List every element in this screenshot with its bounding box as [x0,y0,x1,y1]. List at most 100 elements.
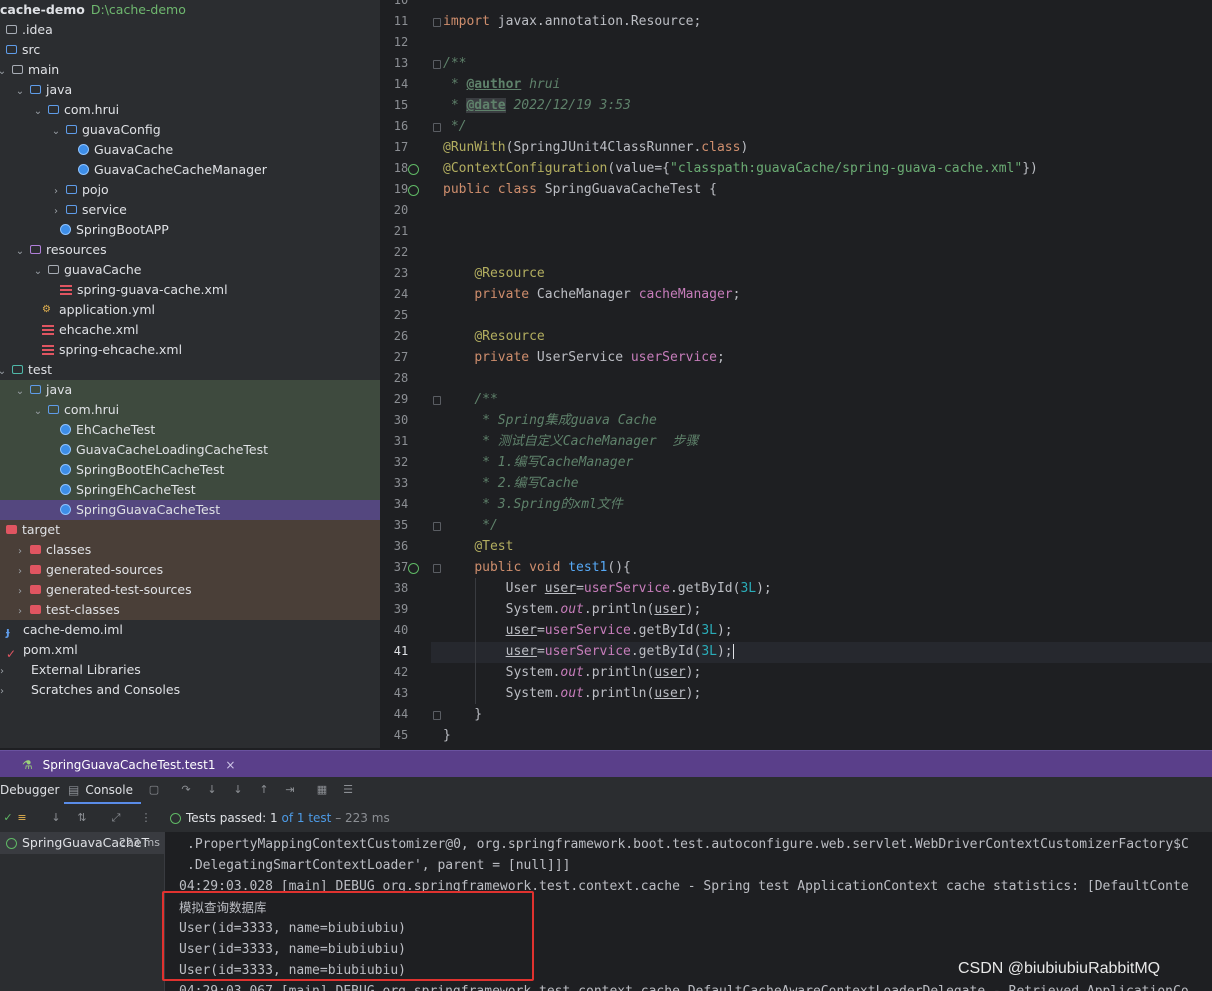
console-tab[interactable]: ▤ Console [64,777,141,804]
chevron-right-icon[interactable]: › [50,182,62,202]
tree-item[interactable]: .idea [6,20,53,40]
chevron-down-icon[interactable]: ⌄ [0,62,8,82]
tree-item[interactable]: ⌄ guavaCache [32,260,142,282]
step-over-icon[interactable]: ↷ [180,784,192,796]
line-number: 29 [393,392,409,406]
chevron-right-icon[interactable]: › [14,562,26,582]
evaluate-icon[interactable]: ▦ [316,784,328,796]
code-line-15: * @date 2022/12/19 3:53 [443,98,631,113]
chevron-down-icon[interactable]: ⌄ [0,362,8,382]
threads-icon[interactable]: ☰ [342,784,354,796]
step-into-icon[interactable]: ↓ [206,784,218,796]
spring-context-gutter-icon[interactable] [408,164,419,175]
fold-icon[interactable] [433,564,441,573]
chevron-down-icon[interactable]: ⌄ [14,242,26,262]
line-number: 14 [393,77,409,91]
tree-item[interactable]: › classes [14,540,91,560]
line-number: 15 [393,98,409,112]
fold-icon[interactable] [433,396,441,405]
tree-item[interactable]: GuavaCacheLoadingCacheTest [60,440,268,460]
show-ignored-icon[interactable]: ≡ [16,812,28,824]
fold-icon[interactable] [433,60,441,69]
force-step-into-icon[interactable]: ↓ [232,784,244,796]
tree-item[interactable]: Ɉcache-demo.iml [6,620,123,640]
tree-item[interactable]: src [6,40,40,60]
code-editor[interactable]: 10 11 12 13 14 15 16 17 18 19 20 21 22 23 24 25 26 27 28 29… [381,0,1212,748]
chevron-right-icon[interactable]: › [0,662,8,682]
sort-duration-icon[interactable]: ⇅ [76,812,88,824]
tree-item-label: target [22,522,61,537]
code-line-39: System.out.println(user); [443,602,702,617]
close-icon[interactable]: × [225,758,235,772]
run-test-method-icon[interactable] [408,563,419,574]
fold-icon[interactable] [433,123,441,132]
tree-item[interactable]: › service [50,200,127,220]
chevron-right-icon[interactable]: › [14,602,26,622]
sort-alpha-icon[interactable]: ↓ [50,812,62,824]
more-options-icon[interactable]: ⋮ [140,812,152,824]
debugger-tab[interactable]: Debugger [0,777,59,804]
tree-item[interactable]: › pojo [50,180,109,200]
project-root[interactable]: cache-demo D:\cache-demo [0,0,186,20]
tree-item[interactable]: ⌄ java [14,80,72,100]
tree-item[interactable]: › Scratches and Consoles [0,680,180,700]
code-line-26: @Resource [474,329,545,344]
tree-item[interactable]: GuavaCacheCacheManager [78,160,267,180]
chevron-down-icon[interactable]: ⌄ [14,82,26,102]
chevron-down-icon[interactable]: ⌄ [32,402,44,422]
run-test-class-icon[interactable] [408,185,419,196]
code-line-16: */ [443,119,467,134]
tree-item[interactable]: ⌄ resources [14,240,107,260]
tree-item[interactable]: ⌄ guavaConfig [50,120,161,140]
tree-item[interactable]: SpringBootAPP [60,220,169,240]
fold-icon[interactable] [433,18,441,27]
test-result-row[interactable]: SpringGuavaCacheT 223 ms [0,832,164,854]
tree-item[interactable]: GuavaCache [78,140,173,160]
excluded-folder-icon [30,605,41,614]
tree-item[interactable]: › test-classes [14,600,120,620]
tree-item[interactable]: ⌄ test [0,360,52,380]
tree-item[interactable]: ⌄ main [0,60,59,80]
tree-item[interactable]: spring-guava-cache.xml [60,280,228,300]
expand-all-icon[interactable]: ⤢ [110,812,122,824]
test-class-icon [60,464,71,475]
tree-item[interactable]: › generated-test-sources [14,580,192,600]
step-out-icon[interactable]: ↑ [258,784,270,796]
class-icon [78,164,89,175]
tree-item[interactable]: spring-ehcache.xml [42,340,182,360]
project-tree[interactable]: cache-demo D:\cache-demo .idea src ⌄ main ⌄ jav… [0,0,380,748]
fold-icon[interactable] [433,522,441,531]
tree-item[interactable]: SpringGuavaCacheTest [60,500,220,520]
chevron-right-icon[interactable]: › [0,682,8,702]
show-passed-icon[interactable]: ✓ [2,812,14,824]
restore-layout-icon[interactable]: ▢ [148,784,160,796]
chevron-down-icon[interactable]: ⌄ [50,122,62,142]
tree-item[interactable]: ⌄ java [14,380,72,400]
tree-item[interactable]: › External Libraries [0,660,141,680]
fold-icon[interactable] [433,711,441,720]
tree-item-label: src [22,42,41,57]
indent-guide [475,578,476,704]
tree-item[interactable]: SpringEhCacheTest [60,480,196,500]
run-tab[interactable]: ⚗ SpringGuavaCacheTest.test1 × [22,755,235,775]
tree-item[interactable]: SpringBootEhCacheTest [60,460,224,480]
line-number: 11 [393,14,409,28]
tree-item[interactable]: EhCacheTest [60,420,155,440]
chevron-down-icon[interactable]: ⌄ [32,262,44,282]
tree-item[interactable]: ✓ pom.xml [6,640,78,661]
tree-item[interactable]: ⌄ com.hrui [32,400,119,420]
chevron-right-icon[interactable]: › [14,542,26,562]
tree-item[interactable]: › generated-sources [14,560,163,580]
tree-item[interactable]: ⚙ application.yml [42,300,155,320]
chevron-down-icon[interactable]: ⌄ [32,102,44,122]
tree-item[interactable]: target [6,520,60,540]
chevron-right-icon[interactable]: › [14,582,26,602]
tree-item[interactable]: ehcache.xml [42,320,139,340]
chevron-down-icon[interactable]: ⌄ [14,382,26,402]
tests-passed-time: – 223 ms [335,811,390,825]
run-to-cursor-icon[interactable]: ⇥ [284,784,296,796]
chevron-right-icon[interactable]: › [50,202,62,222]
tree-item-label: spring-ehcache.xml [59,342,183,357]
line-number: 24 [393,287,409,301]
tree-item[interactable]: ⌄ com.hrui [32,100,119,120]
